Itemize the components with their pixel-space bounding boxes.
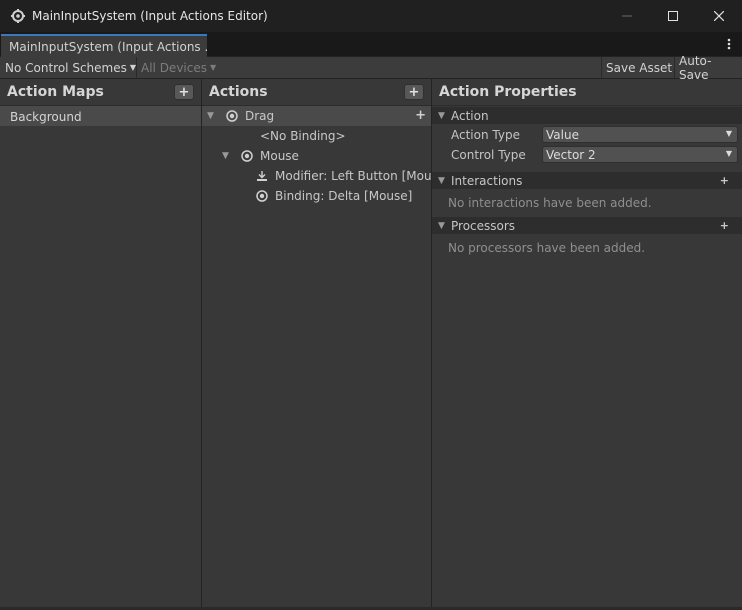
close-button[interactable] bbox=[696, 0, 742, 32]
close-icon bbox=[714, 11, 724, 21]
save-asset-button[interactable]: Save Asset bbox=[601, 57, 677, 78]
action-icon bbox=[226, 110, 238, 122]
actions-header: Actions + bbox=[202, 79, 431, 106]
binding-row-delta[interactable]: Binding: Delta [Mouse] bbox=[202, 186, 431, 206]
expand-arrow-icon[interactable]: ▼ bbox=[222, 151, 229, 161]
binding-icon bbox=[256, 190, 268, 202]
processors-section-header[interactable]: ▼ Processors + bbox=[432, 217, 742, 234]
processors-empty-message: No processors have been added. bbox=[448, 241, 646, 255]
action-section-header[interactable]: ▼ Action bbox=[432, 107, 742, 124]
composite-row-mouse[interactable]: ▼ Mouse bbox=[202, 146, 431, 166]
add-interaction-icon[interactable]: + bbox=[720, 174, 729, 187]
action-properties-header: Action Properties bbox=[432, 79, 742, 106]
toolbar: No Control Schemes ▼ All Devices ▼ Save As… bbox=[0, 54, 742, 82]
action-properties-panel: Action Properties ▼ Action Action Type V… bbox=[432, 79, 742, 610]
action-type-row: Action Type Value ▼ bbox=[432, 125, 742, 145]
action-maps-panel: Action Maps + Background bbox=[0, 79, 201, 610]
expand-arrow-icon[interactable]: ▼ bbox=[438, 176, 445, 186]
action-row-drag[interactable]: ▼ Drag + bbox=[202, 106, 431, 126]
expand-arrow-icon[interactable]: ▼ bbox=[207, 111, 214, 121]
editor-tab[interactable]: MainInputSystem (Input Actions ... bbox=[1, 34, 207, 57]
minimize-button[interactable] bbox=[604, 0, 650, 32]
maximize-button[interactable] bbox=[650, 0, 696, 32]
minimize-icon bbox=[622, 15, 632, 17]
chevron-down-icon: ▼ bbox=[725, 129, 732, 138]
window-title: MainInputSystem (Input Actions Editor) bbox=[32, 9, 268, 23]
action-map-item[interactable]: Background bbox=[0, 106, 201, 126]
action-type-dropdown[interactable]: Value ▼ bbox=[542, 126, 738, 143]
interactions-section-header[interactable]: ▼ Interactions + bbox=[432, 172, 742, 189]
add-action-map-button[interactable]: + bbox=[174, 84, 194, 100]
devices-dropdown[interactable]: All Devices ▼ bbox=[136, 57, 218, 78]
unity-gear-icon bbox=[10, 8, 26, 24]
action-maps-header: Action Maps + bbox=[0, 79, 201, 106]
action-icon bbox=[241, 150, 253, 162]
tab-strip: MainInputSystem (Input Actions ... bbox=[0, 32, 742, 57]
kebab-menu-icon[interactable] bbox=[724, 37, 734, 51]
control-schemes-dropdown[interactable]: No Control Schemes ▼ bbox=[0, 57, 136, 78]
expand-arrow-icon[interactable]: ▼ bbox=[438, 111, 445, 121]
title-bar: MainInputSystem (Input Actions Editor) bbox=[0, 0, 742, 32]
binding-row-none[interactable]: <No Binding> bbox=[202, 126, 431, 146]
interactions-empty-message: No interactions have been added. bbox=[448, 196, 652, 210]
control-type-row: Control Type Vector 2 ▼ bbox=[432, 145, 742, 165]
chevron-down-icon: ▼ bbox=[209, 63, 217, 72]
expand-arrow-icon[interactable]: ▼ bbox=[438, 221, 445, 231]
actions-panel: Actions + ▼ Drag + <No Binding> ▼ Mouse … bbox=[202, 79, 438, 610]
chevron-down-icon: ▼ bbox=[725, 149, 732, 158]
maximize-icon bbox=[668, 11, 678, 21]
control-type-dropdown[interactable]: Vector 2 ▼ bbox=[542, 146, 738, 163]
binding-row-modifier[interactable]: Modifier: Left Button [Mous bbox=[202, 166, 438, 186]
add-action-button[interactable]: + bbox=[404, 84, 424, 100]
auto-save-toggle[interactable]: Auto-Save bbox=[674, 54, 742, 82]
add-binding-icon[interactable]: + bbox=[415, 108, 426, 123]
modifier-icon bbox=[257, 171, 267, 181]
add-processor-icon[interactable]: + bbox=[720, 219, 729, 232]
